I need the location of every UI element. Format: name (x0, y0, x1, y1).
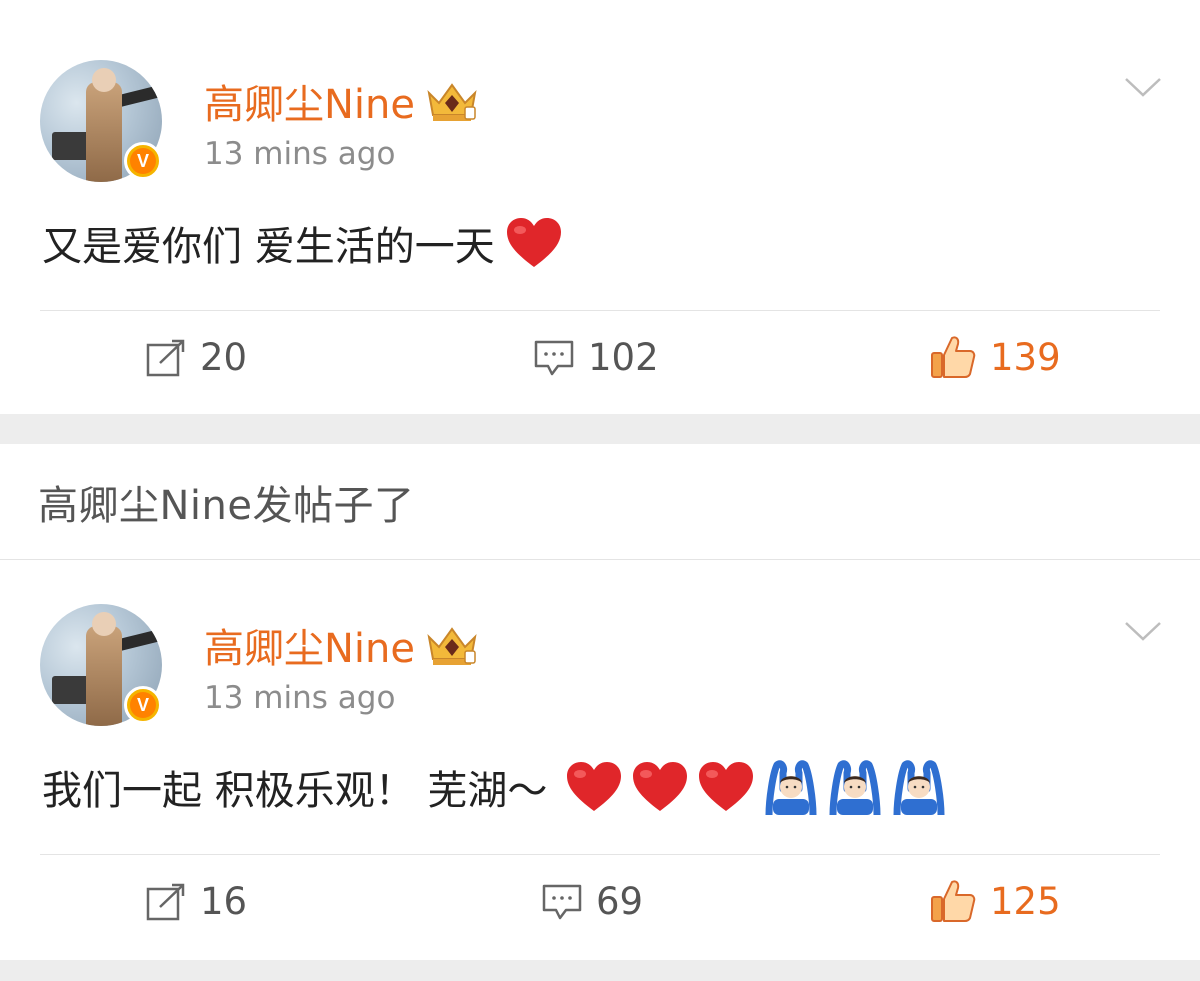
post-card: V 高卿尘Nine 13 mins ago 又是爱你们 爱生活的一天 20 10… (0, 0, 1200, 414)
verified-badge-icon: V (124, 686, 162, 724)
comment-button[interactable]: 102 (534, 336, 659, 379)
thumbs-up-icon (931, 880, 976, 922)
repost-button[interactable]: 16 (146, 880, 247, 923)
like-count: 125 (990, 879, 1061, 923)
heart-icon (567, 762, 622, 811)
post-text: 我们一起 积极乐观！ 芜湖～ (42, 758, 955, 816)
heart-icon (699, 762, 754, 811)
like-count: 139 (990, 335, 1061, 379)
repost-notice-bar[interactable]: 高卿尘Nine发帖子了 (0, 444, 1200, 560)
chevron-down-icon[interactable] (1124, 76, 1162, 98)
timestamp: 13 mins ago (204, 136, 396, 172)
comment-button[interactable]: 69 (542, 880, 643, 923)
comment-count: 69 (596, 880, 644, 923)
ok-gesture-icon (765, 760, 817, 815)
divider (40, 310, 1160, 311)
comment-icon (534, 340, 574, 375)
repost-button[interactable]: 20 (146, 336, 247, 379)
repost-count: 20 (200, 336, 248, 379)
divider (40, 854, 1160, 855)
username[interactable]: 高卿尘Nine (204, 72, 479, 130)
post-text: 又是爱你们 爱生活的一天 (42, 214, 571, 272)
like-button[interactable]: 139 (930, 334, 1061, 380)
username[interactable]: 高卿尘Nine (204, 616, 479, 674)
like-button[interactable]: 125 (930, 878, 1061, 924)
repost-notice: 高卿尘Nine发帖子了 (38, 482, 415, 529)
repost-icon (146, 339, 185, 376)
crown-icon (427, 627, 477, 665)
heart-icon (506, 218, 561, 267)
verified-badge-icon: V (124, 142, 162, 180)
comment-count: 102 (588, 336, 659, 379)
thumbs-up-icon (931, 336, 976, 378)
repost-count: 16 (200, 880, 248, 923)
heart-icon (633, 762, 688, 811)
timestamp: 13 mins ago (204, 680, 396, 716)
section-gap (0, 960, 1200, 981)
repost-icon (146, 883, 185, 920)
ok-gesture-icon (893, 760, 945, 815)
section-gap (0, 414, 1200, 444)
comment-icon (542, 884, 582, 919)
post-card: V 高卿尘Nine 13 mins ago 我们一起 积极乐观！ 芜湖～ 16 … (0, 560, 1200, 960)
chevron-down-icon[interactable] (1124, 620, 1162, 642)
crown-icon (427, 83, 477, 121)
ok-gesture-icon (829, 760, 881, 815)
